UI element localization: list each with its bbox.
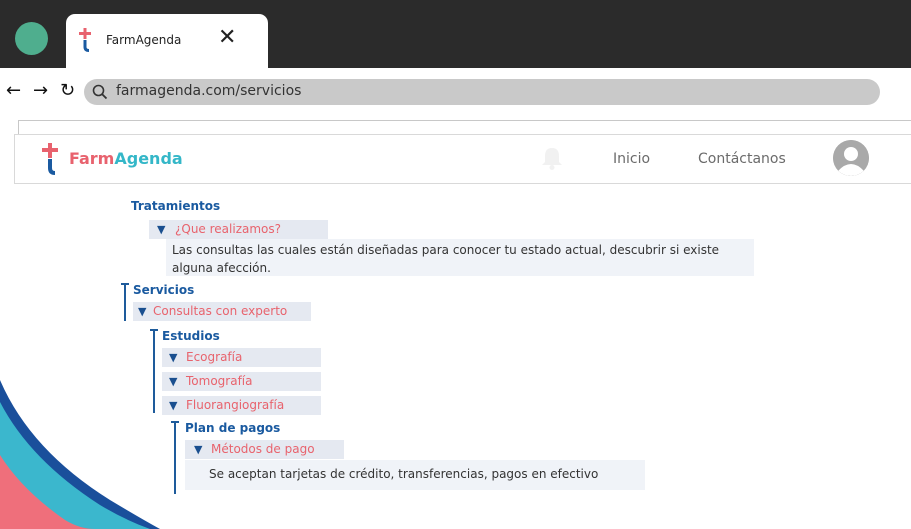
accordion-label: Métodos de pago	[211, 442, 315, 456]
accordion-label: Tomografía	[186, 374, 253, 388]
caret-down-icon: ▼	[169, 375, 178, 388]
estudios-heading: Estudios	[162, 329, 220, 343]
tomografia-accordion[interactable]: ▼ Tomografía	[162, 372, 321, 391]
accordion-label: Consultas con experto	[153, 304, 288, 318]
estudios-tree-line	[153, 329, 155, 413]
browser-window: FarmAgenda ✕ + ← → ↻ farmagenda.com/serv…	[0, 0, 911, 529]
services-content: Tratamientos ▼ ¿Que realizamos? Las cons…	[0, 0, 911, 529]
servicios-tree-cap	[121, 283, 129, 285]
consultas-accordion[interactable]: ▼ Consultas con experto	[133, 302, 311, 321]
caret-down-icon: ▼	[194, 443, 203, 456]
caret-down-icon: ▼	[169, 351, 178, 364]
servicios-tree-line	[124, 283, 126, 321]
caret-down-icon: ▼	[157, 223, 166, 236]
tratamientos-heading: Tratamientos	[131, 199, 221, 213]
ecografia-accordion[interactable]: ▼ Ecografía	[162, 348, 321, 367]
caret-down-icon: ▼	[138, 305, 147, 318]
accordion-label: Ecografía	[186, 350, 243, 364]
que-realizamos-description: Las consultas las cuales están diseñadas…	[166, 239, 754, 276]
metodos-pago-accordion[interactable]: ▼ Métodos de pago	[185, 440, 344, 459]
fluorangiografia-accordion[interactable]: ▼ Fluorangiografía	[162, 396, 321, 415]
plan-pagos-tree-line	[174, 421, 176, 494]
servicios-heading: Servicios	[133, 283, 195, 297]
accordion-label: ¿Que realizamos?	[175, 222, 281, 236]
accordion-label: Fluorangiografía	[186, 398, 285, 412]
que-realizamos-accordion[interactable]: ▼ ¿Que realizamos?	[149, 220, 328, 239]
estudios-tree-cap	[150, 329, 158, 331]
plan-pagos-heading: Plan de pagos	[185, 421, 281, 435]
metodos-pago-description: Se aceptan tarjetas de crédito, transfer…	[185, 460, 645, 490]
plan-pagos-tree-cap	[171, 421, 179, 423]
caret-down-icon: ▼	[169, 399, 178, 412]
